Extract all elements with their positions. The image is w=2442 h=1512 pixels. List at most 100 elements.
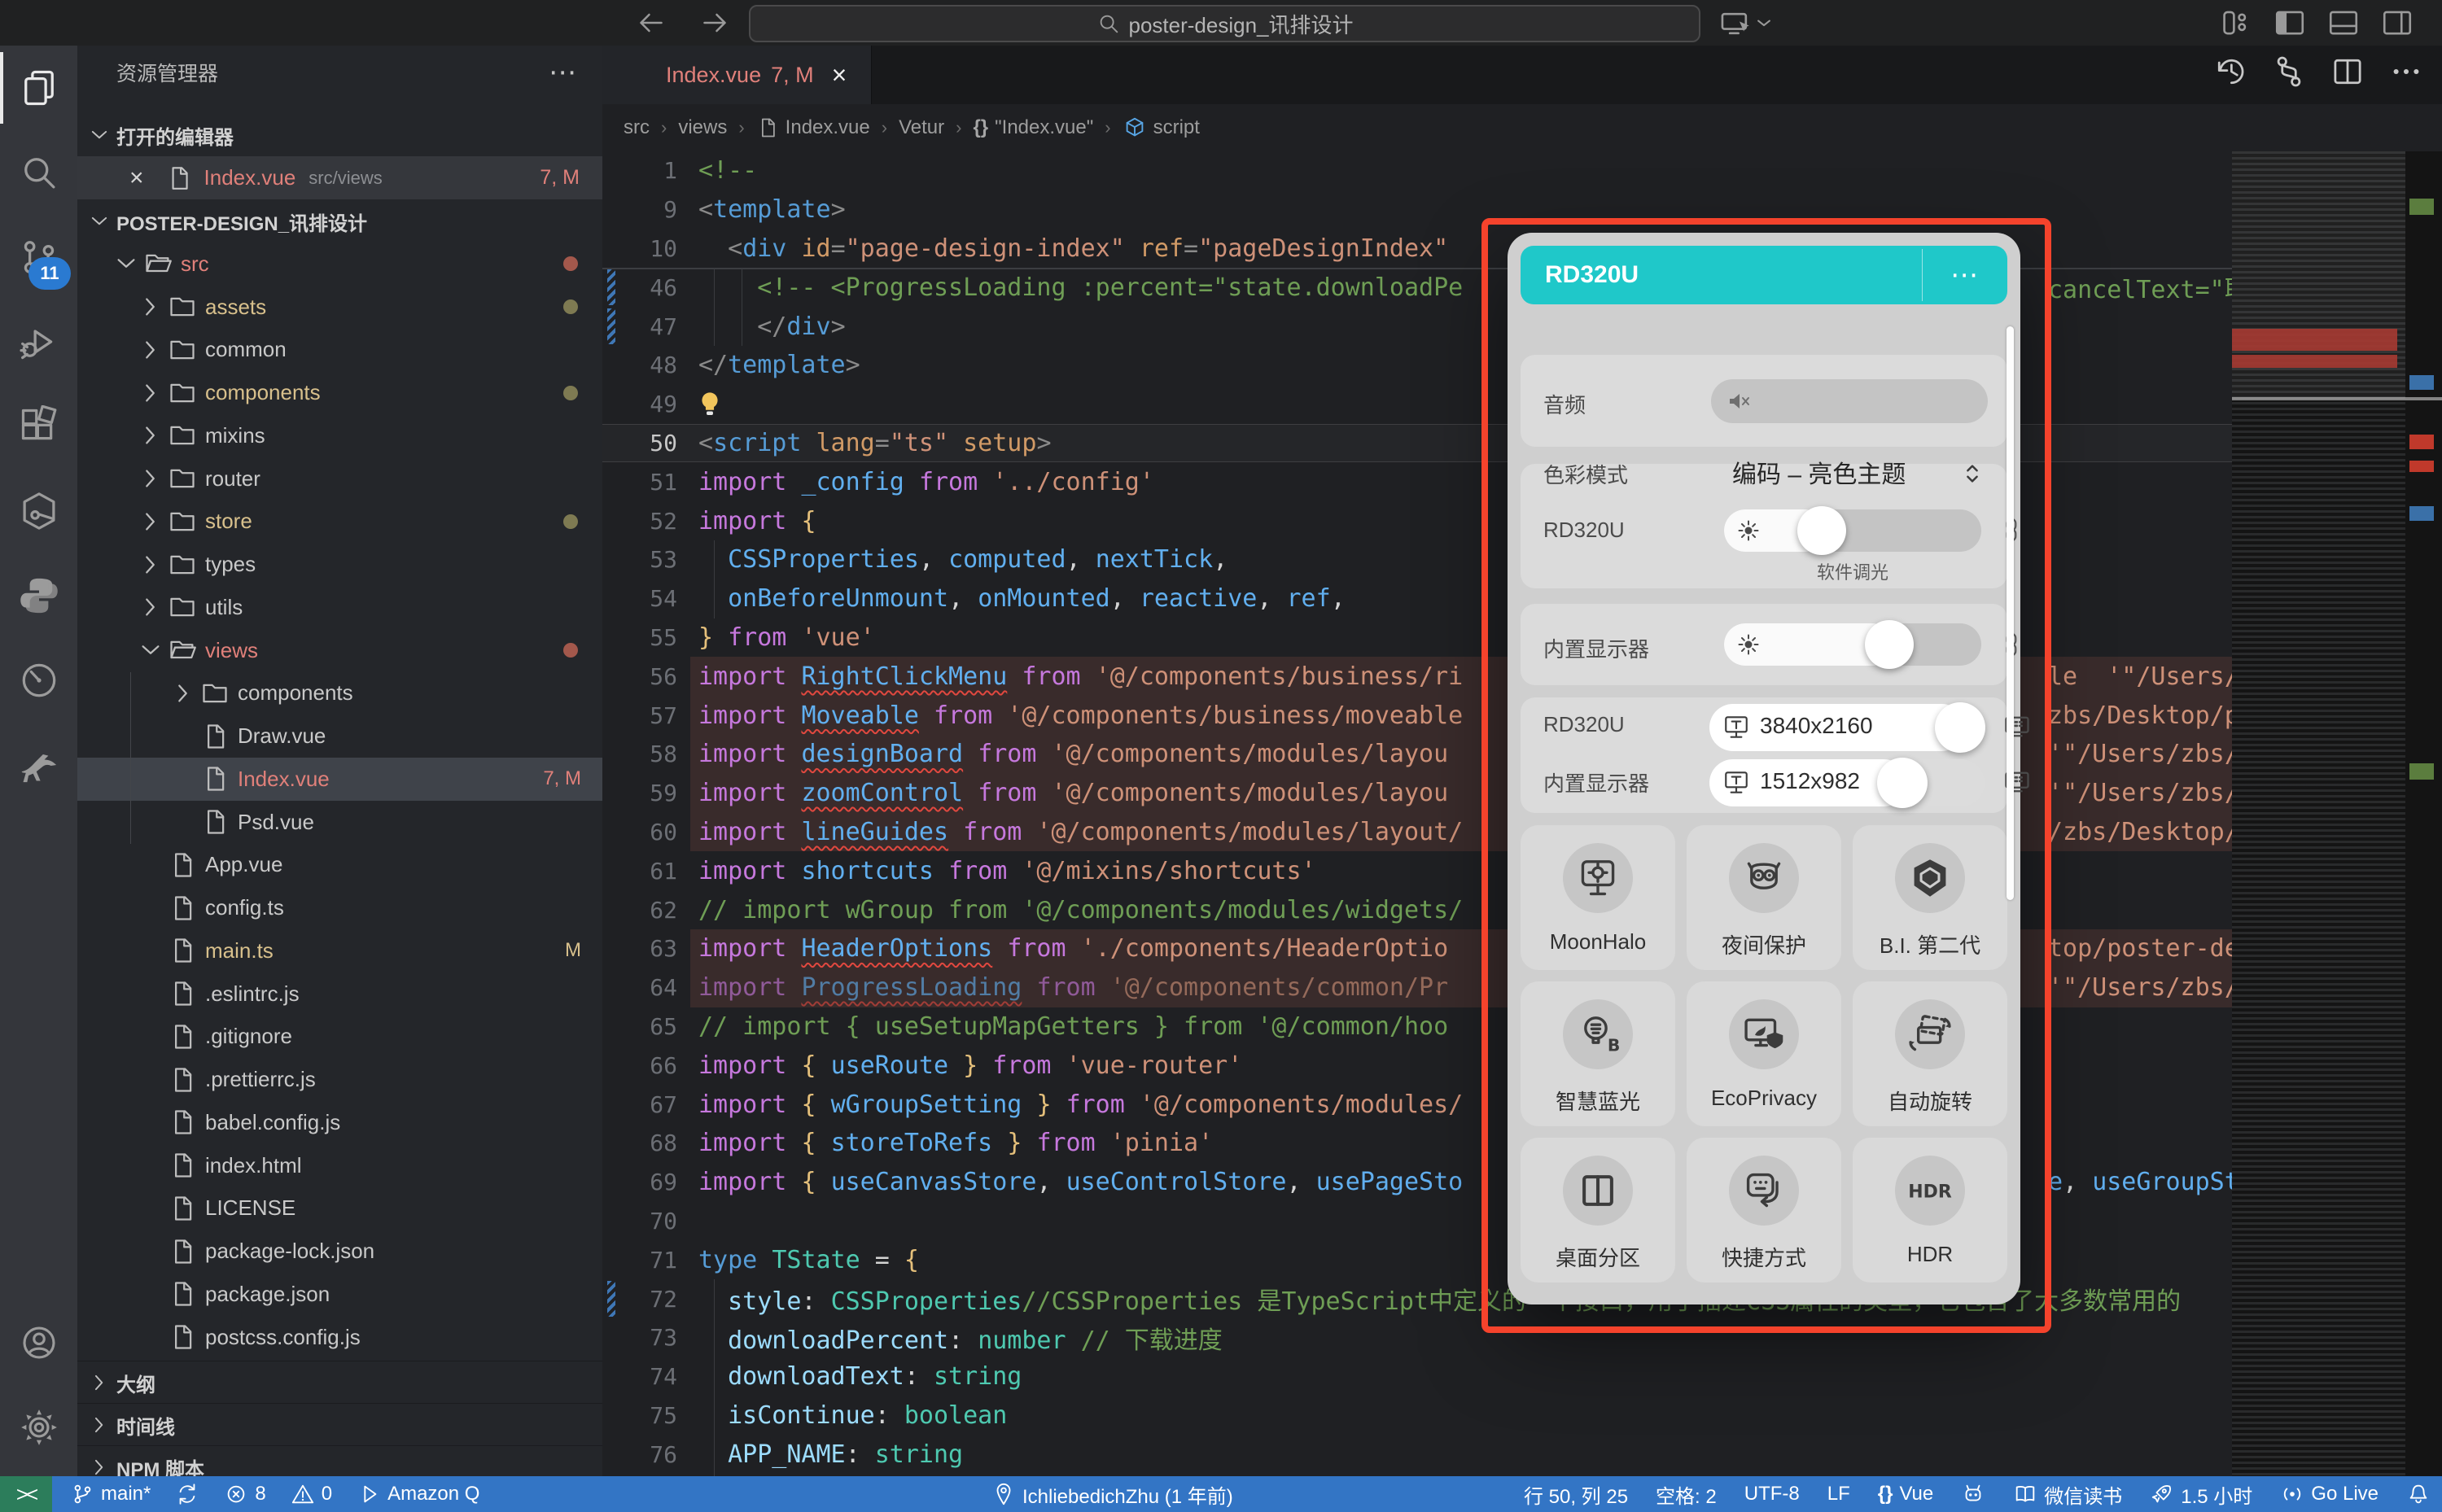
tree-file-Psd.vue[interactable]: Psd.vue (77, 801, 602, 844)
status-sync-status[interactable] (175, 1482, 199, 1506)
status-assistant[interactable] (1961, 1482, 1985, 1506)
split-icon[interactable] (2330, 54, 2365, 90)
activity-settings-gear-icon[interactable] (0, 1385, 77, 1470)
tree-folder-router[interactable]: router (77, 457, 602, 500)
command-center-search[interactable]: poster-design_讯排设计 (749, 5, 1700, 42)
tree-file-config.ts[interactable]: config.ts (77, 886, 602, 929)
code-line-1[interactable]: 1<!-- (602, 151, 2232, 190)
tree-folder-types[interactable]: types (77, 543, 602, 586)
status-indentation[interactable]: 空格: 2 (1656, 1480, 1717, 1509)
status-amazon-q[interactable]: Amazon Q (357, 1482, 479, 1506)
activity-kangaroo-plugin-icon[interactable] (0, 723, 77, 807)
status-errors-count[interactable]: 8 (224, 1482, 265, 1506)
open-editor-item[interactable]: × Index.vue src/views 7, M (77, 156, 602, 199)
open-editors-section[interactable]: 打开的编辑器 (77, 114, 602, 156)
status-git-branch-status[interactable]: main* (70, 1482, 151, 1506)
tree-folder-store[interactable]: store (77, 500, 602, 544)
remote-indicator[interactable]: >< (0, 1476, 52, 1512)
screencast-select[interactable] (1719, 7, 1773, 41)
chevron-right-icon[interactable] (138, 381, 163, 405)
chevron-down-icon[interactable] (138, 638, 163, 662)
chevron-right-icon[interactable] (138, 595, 163, 619)
tree-folder-mixins[interactable]: mixins (77, 414, 602, 457)
code-line-74[interactable]: 74 downloadText: string (602, 1357, 2232, 1396)
tree-folder-common[interactable]: common (77, 329, 602, 372)
activity-search-icon[interactable] (0, 130, 77, 215)
status-go-live[interactable]: Go Live (2280, 1482, 2379, 1506)
tree-file-.prettierrc.js[interactable]: .prettierrc.js (77, 1058, 602, 1101)
status-weread[interactable]: 微信读书 (2013, 1480, 2122, 1509)
tree-folder-components[interactable]: components (77, 672, 602, 715)
status-warnings-count[interactable]: 0 (291, 1482, 332, 1506)
breadcrumb-views[interactable]: views (678, 116, 727, 139)
tree-folder-utils[interactable]: utils (77, 586, 602, 629)
panel-left-icon[interactable] (2273, 6, 2307, 40)
breadcrumb-Index.vue[interactable]: {}"Index.vue" (973, 116, 1093, 139)
chevron-right-icon[interactable] (138, 553, 163, 577)
tree-file-index.html[interactable]: index.html (77, 1144, 602, 1187)
status-notifications-bell[interactable] (2406, 1482, 2431, 1506)
activity-python-icon[interactable] (0, 553, 77, 638)
tree-file-main.ts[interactable]: main.tsM (77, 929, 602, 972)
activity-explorer-icon[interactable] (0, 46, 77, 130)
tree-file-package-lock.json[interactable]: package-lock.json (77, 1230, 602, 1273)
tree-folder-views[interactable]: views (77, 629, 602, 672)
tab-index-vue[interactable]: Index.vue 7, M × (602, 46, 872, 104)
panel-bottom-icon[interactable] (2326, 6, 2361, 40)
status-cursor-position[interactable]: 行 50, 列 25 (1524, 1480, 1628, 1509)
status-language-mode[interactable]: {}Vue (1878, 1483, 1934, 1505)
chevron-right-icon[interactable] (138, 423, 163, 448)
tree-item-label: LICENSE (205, 1195, 295, 1221)
breadcrumb-Index.vue[interactable]: Index.vue (756, 116, 870, 139)
activity-accounts-icon[interactable] (0, 1300, 77, 1385)
tree-folder-src[interactable]: src (77, 243, 602, 286)
git-blame-status[interactable]: IchliebedichZhu (1 年前) (991, 1480, 1233, 1509)
activity-source-control-icon[interactable]: 11 (0, 215, 77, 299)
close-icon[interactable]: × (832, 60, 847, 90)
tree-file-App.vue[interactable]: App.vue (77, 844, 602, 887)
activity-run-debug-icon[interactable] (0, 299, 77, 384)
status-wakatime-today[interactable]: 1.5 小时 (2150, 1480, 2252, 1509)
tree-file-babel.config.js[interactable]: babel.config.js (77, 1101, 602, 1144)
tree-folder-components[interactable]: components (77, 371, 602, 414)
chevron-right-icon[interactable] (138, 338, 163, 362)
status-eol[interactable]: LF (1827, 1483, 1850, 1505)
minimap[interactable] (2232, 151, 2405, 1476)
code-line-75[interactable]: 75 isContinue: boolean (602, 1396, 2232, 1436)
chevron-down-icon[interactable] (114, 251, 138, 276)
tree-file-LICENSE[interactable]: LICENSE (77, 1187, 602, 1230)
panel-right-icon[interactable] (2380, 6, 2414, 40)
chevron-right-icon[interactable] (138, 466, 163, 491)
tree-file-.eslintrc.js[interactable]: .eslintrc.js (77, 972, 602, 1016)
activity-hexagon-plugin-icon[interactable] (0, 469, 77, 553)
tree-file-package.json[interactable]: package.json (77, 1273, 602, 1316)
chevron-right-icon[interactable] (138, 509, 163, 534)
sidebar-section-时间线[interactable]: 时间线 (77, 1403, 602, 1446)
activity-extensions-icon[interactable] (0, 384, 77, 469)
chevron-right-icon[interactable] (138, 295, 163, 319)
forward-arrow-icon[interactable] (698, 7, 731, 39)
bar-dots-icon[interactable] (2219, 6, 2253, 40)
project-section[interactable]: POSTER-DESIGN_讯排设计 (77, 200, 602, 243)
sidebar-section-大纲[interactable]: 大纲 (77, 1361, 602, 1404)
chevron-right-icon[interactable] (171, 681, 195, 706)
activity-wakatime-clock-icon[interactable] (0, 638, 77, 723)
status-encoding[interactable]: UTF-8 (1744, 1483, 1800, 1505)
tree-file-Index.vue[interactable]: Index.vue7, M (77, 758, 602, 801)
close-icon[interactable]: × (129, 164, 144, 192)
tree-file-postcss.config.js[interactable]: postcss.config.js (77, 1316, 602, 1359)
breadcrumb-src[interactable]: src (624, 116, 650, 139)
code-line-76[interactable]: 76 APP_NAME: string (602, 1435, 2232, 1474)
sidebar-section-NPM 脚本[interactable]: NPM 脚本 (77, 1445, 602, 1476)
back-arrow-icon[interactable] (635, 7, 667, 39)
breadcrumb-Vetur[interactable]: Vetur (899, 116, 944, 139)
history-icon[interactable] (2212, 54, 2248, 90)
compare-icon[interactable] (2271, 54, 2307, 90)
tree-file-Draw.vue[interactable]: Draw.vue (77, 714, 602, 758)
tree-file-.gitignore[interactable]: .gitignore (77, 1016, 602, 1059)
ellipsis-icon[interactable] (2388, 54, 2424, 90)
breadcrumb-script[interactable]: script (1123, 116, 1200, 140)
tree-folder-assets[interactable]: assets (77, 286, 602, 329)
sidebar-more-icon[interactable]: ⋯ (549, 56, 578, 89)
lightbulb-icon[interactable] (695, 390, 724, 419)
